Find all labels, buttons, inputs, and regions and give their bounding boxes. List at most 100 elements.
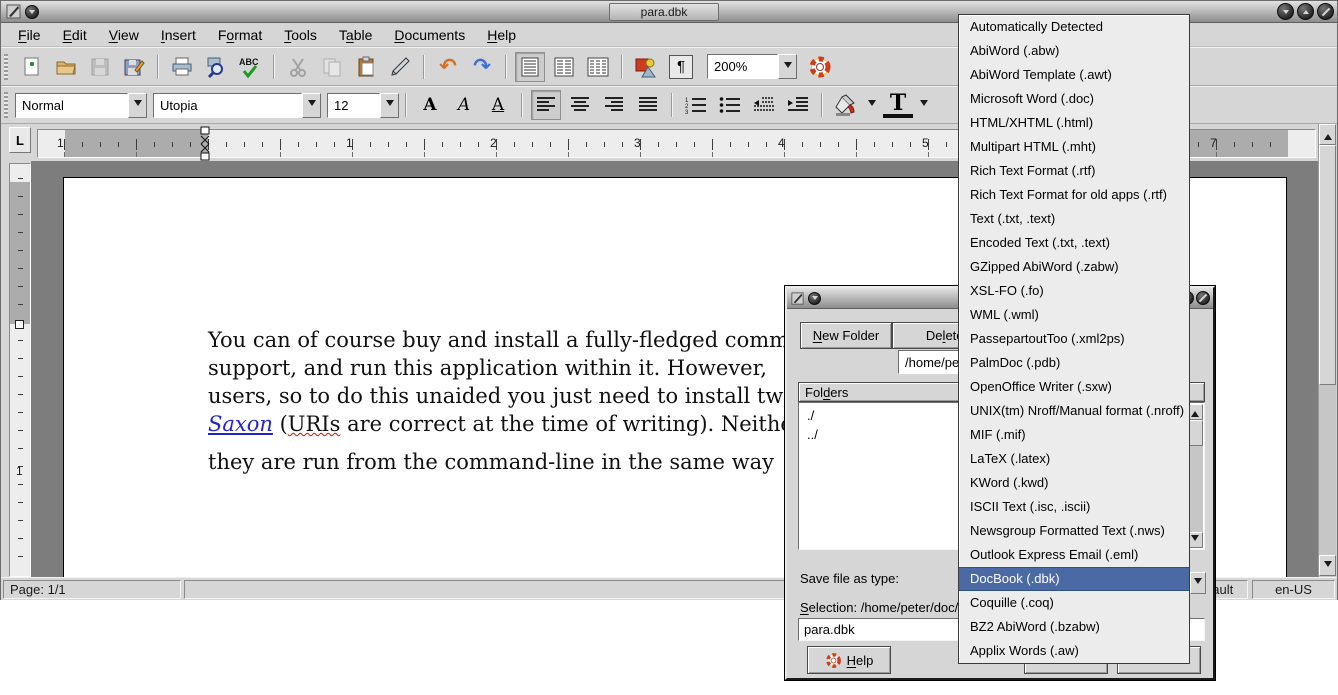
toolbar-grip[interactable] [4,92,8,118]
dialog-menu-button[interactable] [808,292,821,305]
scroll-up-icon[interactable] [1319,124,1336,145]
highlight-color-icon[interactable] [831,90,861,120]
format-option[interactable]: LaTeX (.latex) [959,447,1189,471]
paste-icon[interactable] [351,52,381,82]
menu-tools[interactable]: Tools [273,25,328,45]
font-combo[interactable]: Utopia [153,93,321,118]
margin-marker[interactable] [15,320,24,329]
two-columns-icon[interactable] [549,52,579,82]
new-folder-button[interactable]: New Folder [800,322,892,349]
menu-format[interactable]: Format [207,25,273,45]
tab-stop-selector[interactable]: L [9,127,31,153]
three-columns-icon[interactable] [583,52,613,82]
show-formatting-icon[interactable]: ¶ [669,55,693,79]
format-option[interactable]: HTML/XHTML (.html) [959,111,1189,135]
help-button[interactable]: Help [807,646,891,674]
vertical-ruler[interactable]: 1 [9,163,31,577]
one-column-icon[interactable] [515,52,545,82]
format-option[interactable]: KWord (.kwd) [959,471,1189,495]
format-option[interactable]: Rich Text Format for old apps (.rtf) [959,183,1189,207]
align-right-icon[interactable] [599,90,629,120]
increase-indent-icon[interactable] [783,90,813,120]
size-value[interactable]: 12 [327,93,380,118]
zoom-value[interactable]: 200% [707,54,778,79]
underline-button[interactable]: A [483,90,513,120]
format-option[interactable]: PassepartoutToo (.xml2ps) [959,327,1189,351]
align-center-icon[interactable] [565,90,595,120]
toolbar-grip[interactable] [4,54,8,80]
zoom-combo-arrow-icon[interactable] [778,54,797,79]
scroll-down-icon[interactable] [1319,555,1336,576]
menu-edit[interactable]: Edit [52,25,98,45]
menu-documents[interactable]: Documents [383,25,476,45]
numbered-list-icon[interactable]: 123 [681,90,711,120]
close-icon[interactable] [1317,3,1334,20]
window-menu-button[interactable] [25,5,39,19]
font-color-arrow-icon[interactable] [917,90,931,120]
format-option[interactable]: XSL-FO (.fo) [959,279,1189,303]
format-option[interactable]: BZ2 AbiWord (.bzabw) [959,615,1189,639]
saxon-hyperlink[interactable]: Saxon [208,412,273,436]
size-combo[interactable]: 12 [327,93,399,118]
style-combo-arrow-icon[interactable] [128,93,147,118]
format-option[interactable]: Text (.txt, .text) [959,207,1189,231]
zoom-combo[interactable]: 200% [707,54,797,79]
format-option[interactable]: AbiWord (.abw) [959,39,1189,63]
stylus-icon[interactable] [385,52,415,82]
bold-button[interactable]: A [415,90,445,120]
open-icon[interactable] [51,52,81,82]
format-option[interactable]: AbiWord Template (.awt) [959,63,1189,87]
format-option[interactable]: UNIX(tm) Nroff/Manual format (.nroff) [959,399,1189,423]
new-document-icon[interactable] [17,52,47,82]
highlight-color-arrow-icon[interactable] [865,90,879,120]
format-option[interactable]: Automatically Detected [959,15,1189,39]
indent-marker[interactable] [198,126,212,162]
format-option[interactable]: Rich Text Format (.rtf) [959,159,1189,183]
type-combo-arrow-icon[interactable] [1190,572,1206,594]
font-color-icon[interactable]: T [883,92,913,118]
spellcheck-icon[interactable]: ABC [235,52,265,82]
format-option[interactable]: Applix Words (.aw) [959,639,1189,663]
menu-insert[interactable]: Insert [150,25,207,45]
save-icon[interactable] [85,52,115,82]
format-option[interactable]: Outlook Express Email (.eml) [959,543,1189,567]
redo-icon[interactable]: ↷ [467,52,497,82]
format-option[interactable]: ISCII Text (.isc, .iscii) [959,495,1189,519]
minimize-icon[interactable] [1277,3,1294,20]
cut-icon[interactable] [283,52,313,82]
font-combo-arrow-icon[interactable] [302,93,321,118]
align-justify-icon[interactable] [633,90,663,120]
font-value[interactable]: Utopia [153,93,302,118]
format-option[interactable]: Newsgroup Formatted Text (.nws) [959,519,1189,543]
menu-help[interactable]: Help [476,25,527,45]
print-icon[interactable] [167,52,197,82]
format-option-selected[interactable]: DocBook (.dbk) [959,567,1189,591]
format-option[interactable]: Coquille (.coq) [959,591,1189,615]
decrease-indent-icon[interactable] [749,90,779,120]
scrollbar-thumb[interactable] [1319,145,1336,385]
format-option[interactable]: Multipart HTML (.mht) [959,135,1189,159]
format-option[interactable]: Encoded Text (.txt, .text) [959,231,1189,255]
insert-image-icon[interactable] [631,52,661,82]
menu-table[interactable]: Table [328,25,383,45]
format-option[interactable]: Microsoft Word (.doc) [959,87,1189,111]
menu-view[interactable]: View [98,25,150,45]
print-preview-icon[interactable] [201,52,231,82]
format-option[interactable]: PalmDoc (.pdb) [959,351,1189,375]
copy-icon[interactable] [317,52,347,82]
format-option[interactable]: WML (.wml) [959,303,1189,327]
format-option[interactable]: GZipped AbiWord (.zabw) [959,255,1189,279]
style-value[interactable]: Normal [15,93,128,118]
language-cell[interactable]: en-US [1252,580,1335,599]
bullet-list-icon[interactable] [715,90,745,120]
menu-file[interactable]: File [7,25,52,45]
format-option[interactable]: MIF (.mif) [959,423,1189,447]
format-option[interactable]: OpenOffice Writer (.sxw) [959,375,1189,399]
size-combo-arrow-icon[interactable] [380,93,399,118]
vertical-scrollbar[interactable] [1318,124,1336,577]
dialog-close-icon[interactable] [1196,291,1210,305]
style-combo[interactable]: Normal [15,93,147,118]
align-left-icon[interactable] [531,90,561,120]
help-icon[interactable] [805,52,835,82]
save-as-icon[interactable] [119,52,149,82]
